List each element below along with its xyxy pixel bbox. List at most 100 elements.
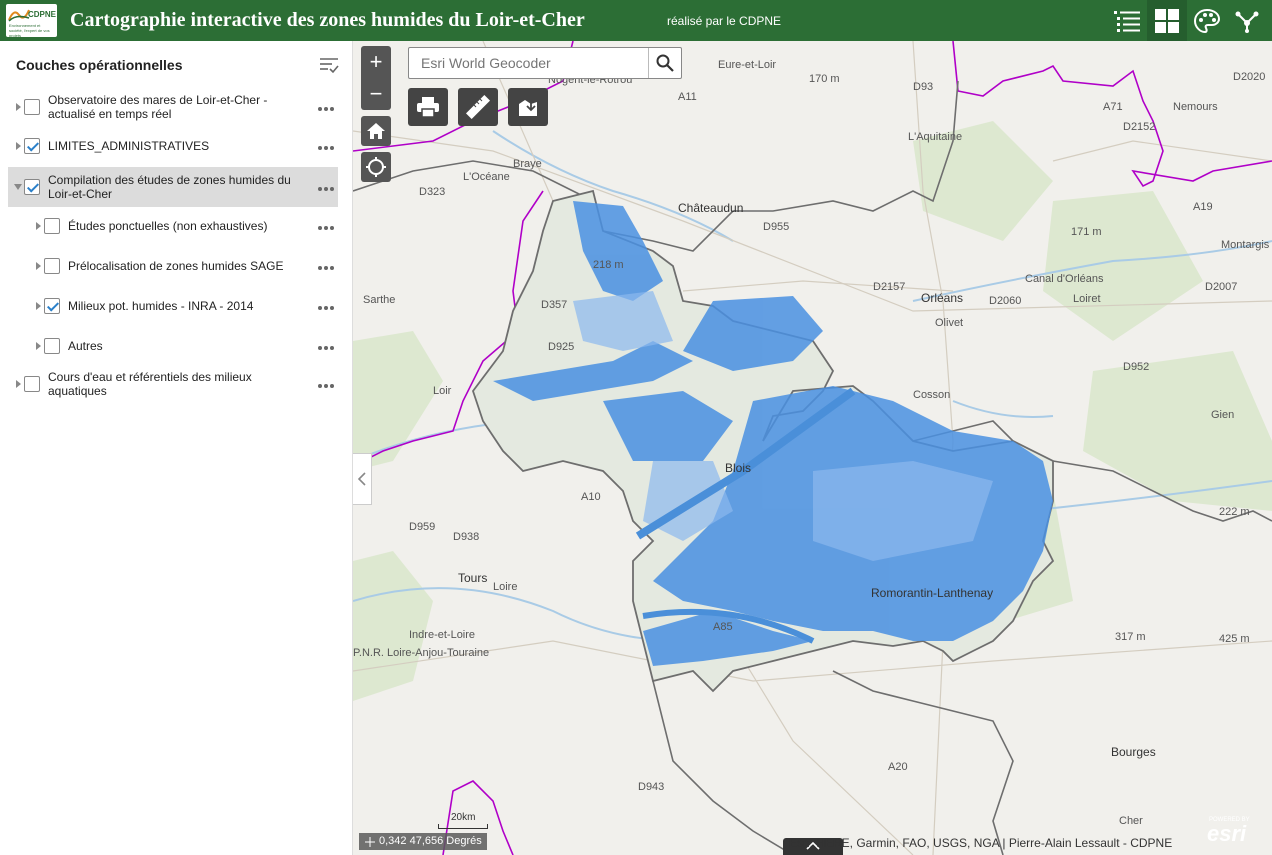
caret-right-icon[interactable] bbox=[34, 261, 42, 271]
more-options-icon[interactable] bbox=[317, 225, 335, 231]
layer-checkbox[interactable] bbox=[44, 298, 60, 314]
layer-checkbox[interactable] bbox=[24, 138, 40, 154]
layer-item[interactable]: Autres bbox=[8, 334, 338, 358]
basemap bbox=[353, 41, 1272, 855]
home-button[interactable] bbox=[361, 116, 391, 146]
layer-item[interactable]: Observatoire des mares de Loir-et-Cher -… bbox=[8, 90, 338, 124]
caret-down-icon[interactable] bbox=[14, 182, 22, 192]
ruler-icon bbox=[466, 95, 490, 119]
caret-right-icon[interactable] bbox=[34, 221, 42, 231]
layer-item[interactable]: Prélocalisation de zones humides SAGE bbox=[8, 254, 338, 278]
map-place-label: A11 bbox=[678, 91, 697, 103]
panel-collapse-button[interactable] bbox=[353, 453, 372, 505]
caret-right-icon[interactable] bbox=[14, 141, 22, 151]
app-title: Cartographie interactive des zones humid… bbox=[70, 9, 585, 31]
layer-item[interactable]: Compilation des études de zones humides … bbox=[8, 167, 338, 207]
measure-button[interactable] bbox=[458, 88, 498, 126]
layer-label: Milieux pot. humides - INRA - 2014 bbox=[68, 299, 254, 313]
layer-item[interactable]: Cours d'eau et référentiels des milieux … bbox=[8, 367, 338, 401]
map-place-label: A20 bbox=[888, 761, 908, 773]
map-place-label: D955 bbox=[763, 221, 790, 233]
more-options-icon[interactable] bbox=[317, 106, 335, 112]
map-place-label: D2152 bbox=[1123, 121, 1156, 133]
filter-button[interactable] bbox=[318, 55, 340, 75]
app-header: CDPNE Environnement et société, l'expert… bbox=[0, 0, 1272, 41]
layer-checkbox[interactable] bbox=[44, 218, 60, 234]
map-place-label: Eure-et-Loir bbox=[718, 59, 777, 71]
caret-right-icon[interactable] bbox=[14, 102, 22, 112]
map-place-label: Cosson bbox=[913, 389, 951, 401]
more-options-icon[interactable] bbox=[317, 345, 335, 351]
map-place-label: Loire bbox=[493, 581, 518, 593]
layer-item[interactable]: Milieux pot. humides - INRA - 2014 bbox=[8, 294, 338, 318]
geocoder-search bbox=[408, 47, 682, 79]
app-subtitle: réalisé par le CDPNE bbox=[667, 14, 782, 28]
map-place-label: Châteaudun bbox=[678, 201, 744, 215]
esri-logo-text: esri bbox=[1207, 821, 1247, 846]
layer-item[interactable]: LIMITES_ADMINISTRATIVES bbox=[8, 134, 338, 158]
logo-text: CDPNE bbox=[28, 10, 57, 19]
map-place-label: 218 m bbox=[593, 259, 624, 271]
grid-icon bbox=[1155, 8, 1179, 33]
map-place-label: D943 bbox=[638, 781, 665, 793]
more-options-icon[interactable] bbox=[317, 186, 335, 192]
layer-label: Études ponctuelles (non exhaustives) bbox=[68, 219, 268, 233]
coordinate-readout[interactable]: 0,342 47,656 Degrés bbox=[359, 833, 487, 850]
map-place-label: Montargis bbox=[1221, 239, 1270, 251]
map-place-label: D925 bbox=[548, 341, 575, 353]
map-place-label: Cher bbox=[1119, 815, 1143, 827]
layer-list-button[interactable] bbox=[1107, 0, 1147, 41]
caret-right-icon[interactable] bbox=[34, 341, 42, 351]
zoom-control: + − bbox=[361, 46, 391, 110]
layer-checkbox[interactable] bbox=[24, 179, 40, 195]
more-options-icon[interactable] bbox=[317, 265, 335, 271]
locate-button[interactable] bbox=[361, 152, 391, 182]
zoom-out-button[interactable]: − bbox=[361, 78, 391, 110]
home-icon bbox=[367, 123, 385, 139]
map-view[interactable]: Eure-et-Loir Nogent-le-Rotrou Nemours Châte… bbox=[353, 41, 1272, 855]
more-options-icon[interactable] bbox=[317, 305, 335, 311]
map-attribution: Esri, HERE, Garmin, FAO, USGS, NGA | Pie… bbox=[789, 836, 1173, 850]
coordinate-text: 0,342 47,656 Degrés bbox=[379, 835, 482, 847]
palette-icon bbox=[1194, 8, 1220, 33]
layer-checkbox[interactable] bbox=[24, 99, 40, 115]
map-place-label: Gien bbox=[1211, 409, 1235, 421]
more-options-icon[interactable] bbox=[317, 383, 335, 389]
map-place-label: Tours bbox=[458, 571, 488, 585]
map-place-label: Loiret bbox=[1073, 293, 1101, 305]
share-button[interactable] bbox=[1227, 0, 1267, 41]
draw-button[interactable] bbox=[508, 88, 548, 126]
layer-list-icon bbox=[1114, 10, 1140, 32]
layer-checkbox[interactable] bbox=[44, 258, 60, 274]
layer-checkbox[interactable] bbox=[24, 376, 40, 392]
map-place-label: L'Océane bbox=[463, 171, 510, 183]
map-place-label: Sarthe bbox=[363, 294, 396, 306]
map-place-label: D323 bbox=[419, 186, 446, 198]
search-input[interactable] bbox=[409, 48, 649, 78]
map-place-label: Braye bbox=[513, 158, 542, 170]
map-place-label: Indre-et-Loire bbox=[409, 629, 476, 641]
map-place-label: D357 bbox=[541, 299, 568, 311]
layer-checkbox[interactable] bbox=[44, 338, 60, 354]
cdpne-logo: CDPNE Environnement et société, l'expert… bbox=[6, 4, 57, 37]
filter-list-icon bbox=[320, 58, 339, 74]
search-icon bbox=[656, 54, 674, 72]
caret-right-icon[interactable] bbox=[14, 379, 22, 389]
chevron-left-icon bbox=[358, 472, 366, 486]
map-place-label: 170 m bbox=[809, 73, 840, 85]
zoom-in-button[interactable]: + bbox=[361, 46, 391, 78]
share-icon bbox=[1235, 11, 1259, 33]
caret-right-icon[interactable] bbox=[34, 301, 42, 311]
esri-logo: POWERED BY esri bbox=[1203, 815, 1265, 849]
search-button[interactable] bbox=[648, 48, 681, 78]
map-place-label: A71 bbox=[1103, 101, 1123, 113]
basemap-gallery-button[interactable] bbox=[1147, 0, 1187, 41]
map-place-label: 222 m bbox=[1219, 506, 1250, 518]
map-place-label: Romorantin-Lanthenay bbox=[871, 586, 994, 600]
legend-button[interactable] bbox=[1187, 0, 1227, 41]
layer-item[interactable]: Études ponctuelles (non exhaustives) bbox=[8, 214, 338, 238]
more-options-icon[interactable] bbox=[317, 145, 335, 151]
map-place-label: D2157 bbox=[873, 281, 906, 293]
map-place-label: D952 bbox=[1123, 361, 1150, 373]
print-button[interactable] bbox=[408, 88, 448, 126]
